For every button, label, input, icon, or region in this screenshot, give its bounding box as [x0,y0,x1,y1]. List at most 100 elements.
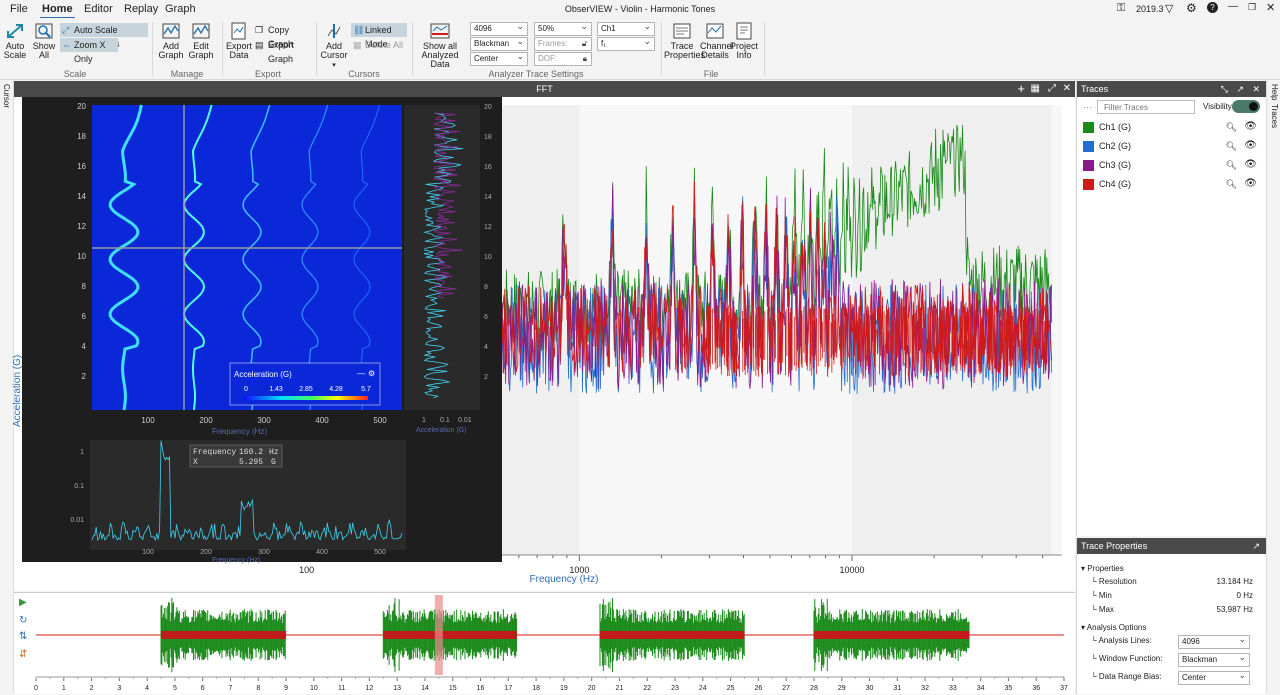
menu-file[interactable]: File [10,3,28,15]
fft-chart[interactable]: 10.10.010.0010.00011E-051E-061E-07100100… [14,97,1075,591]
traces-panel-title: Traces [1081,84,1109,94]
spectrogram-y-tick: 4 [82,342,87,351]
search-icon[interactable]: 🔍︎ [1226,176,1237,192]
project-info-icon [736,22,752,40]
show-all-analyzed-button[interactable]: Show all Analyzed Data [416,22,464,69]
auto-scale-continuous-button[interactable]: ⤢ Auto Scale Continuous [60,23,148,49]
project-info-button[interactable]: Project Info [730,22,758,60]
colorbar-tick: 0 [244,386,248,393]
filter-traces-input[interactable] [1097,100,1195,114]
key-icon[interactable]: ⚿ [1117,2,1125,15]
export-data-button[interactable]: Export Data [226,22,252,60]
trace-color-swatch[interactable] [1083,141,1094,152]
colorbar-tick: 2.85 [299,386,313,393]
delete-all-button[interactable]: ▦ Delete All [351,38,407,52]
timeline-chart[interactable]: 0 1 2 3 4 5 6 7 8 9 10 11 12 13 14 15 16 17 18 19 20 21 22 23 24… [14,593,1075,695]
channel-details-button[interactable]: Channel Details [700,22,734,60]
grid-icon[interactable]: ▦ [1031,81,1040,97]
properties-header: Trace Properties ↗ [1077,538,1266,554]
menu-replay[interactable]: Replay [124,3,158,15]
spectrogram-x-tick: 500 [373,416,387,425]
channel-function-select[interactable]: f₁ [597,35,655,51]
search-icon[interactable]: 🔍︎ [1226,119,1237,135]
trace-row[interactable]: Ch1 (G) 🔍︎ 👁︎ [1083,119,1261,135]
bias-select[interactable]: Center [470,50,528,66]
analysis-section[interactable]: ▾ Analysis Options [1081,622,1261,634]
close-plot-icon[interactable]: ✕ [1063,81,1071,97]
readout-x-value: 5.295 [239,458,263,467]
analysis-lines-prop-select[interactable]: 4096 [1178,633,1250,649]
timeline-wave-ch4 [383,631,517,639]
trace-color-swatch[interactable] [1083,160,1094,171]
trace-color-swatch[interactable] [1083,179,1094,190]
add-cursor-button[interactable]: Add Cursor ▾ [320,22,348,70]
menu-home[interactable]: Home [40,3,75,19]
help-tab[interactable]: Help [1270,84,1279,100]
window-function-select[interactable]: Blackman [470,35,528,51]
trace-row[interactable]: Ch4 (G) 🔍︎ 👁︎ [1083,176,1261,192]
side-y-tick: 18 [484,134,492,141]
menu-graph[interactable]: Graph [165,3,196,15]
restore-icon[interactable]: ❐ [1248,2,1256,13]
eye-icon[interactable]: 👁︎ [1244,176,1257,192]
traces-panel-header: Traces ⤡ ↗ ✕ [1077,81,1266,97]
analysis-lines-select[interactable]: 4096 [470,20,528,36]
window-function-prop-select[interactable]: Blackman [1178,651,1250,667]
timeline-overview[interactable]: ▶ ↻ ⇅ ⇵ 0 1 2 3 4 5 6 7 8 9 10 11 12 13 14 15 16 17 18 19 20… [14,592,1075,694]
zoom-x-only-button[interactable]: ⇔ Zoom X Only [60,38,118,64]
search-icon[interactable]: 🔍︎ [1226,157,1237,173]
trace-color-swatch[interactable] [1083,122,1094,133]
colorbar-tick: 1.43 [269,386,283,393]
edit-graph-button[interactable]: Edit Graph [188,22,214,60]
overlap-select[interactable]: 50% [534,20,592,36]
eye-icon[interactable]: 👁︎ [1244,119,1257,135]
fft-plot[interactable]: 10.10.010.0010.00011E-051E-061E-07100100… [12,97,1075,591]
bottom-y-tick: 0.1 [74,483,84,490]
traces-tab[interactable]: Traces [1270,104,1279,128]
expand-icon[interactable]: ⤢ [1048,81,1056,97]
eye-icon[interactable]: 👁︎ [1244,157,1257,173]
auto-scale-continuous-icon: ⤢ [62,25,70,35]
spectrogram-inset: 2018161412108642100 200 300 400 500Frequency… [22,97,502,564]
frames-field[interactable]: Frames: 🔓︎ [534,37,592,51]
menu-editor[interactable]: Editor [84,3,113,15]
cursor-tab-label[interactable]: Cursor [2,84,11,108]
add-icon[interactable]: + [1017,81,1025,97]
side-x-tick: 0.01 [458,417,472,424]
close-panel-icon[interactable]: ✕ [1252,81,1260,97]
properties-section[interactable]: ▾ Properties [1081,563,1261,575]
timeline-tick-label: 19 [560,685,568,692]
timeline-tick-label: 10 [310,685,318,692]
colorbar-tick: 4.28 [329,386,343,393]
data-range-bias-prop-select[interactable]: Center [1178,669,1250,685]
add-graph-button[interactable]: Add Graph [158,22,184,60]
spectrogram-x-label: Frequency (Hz) [212,427,267,436]
popout-icon-2[interactable]: ↗ [1252,538,1260,554]
auto-scale-icon [7,24,23,38]
trace-row[interactable]: Ch2 (G) 🔍︎ 👁︎ [1083,138,1261,154]
dock-icon[interactable]: ⤡ [1221,81,1228,97]
search-icon[interactable]: 🔍︎ [1226,138,1237,154]
close-icon[interactable]: ✕ [1266,1,1275,14]
dof-field[interactable]: DOF: 🔒︎ [534,52,592,66]
export-data-icon [231,22,246,40]
minimize-icon[interactable]: — [1228,1,1238,12]
eye-icon[interactable]: 👁︎ [1244,138,1257,154]
side-y-tick: 14 [484,194,492,201]
linked-mode-button[interactable]: ⛓ Linked Mode [351,23,407,49]
visibility-toggle[interactable] [1232,100,1260,113]
show-all-button[interactable]: Show All [31,22,57,60]
popout-icon[interactable]: ↗ [1236,81,1244,97]
auto-scale-button[interactable]: Auto Scale [3,22,27,60]
filter-menu-icon[interactable]: ⋯ [1083,102,1092,113]
filter-icon[interactable]: ▽ [1165,2,1173,15]
gear-icon[interactable]: ⚙ [1186,1,1197,15]
readout-x-label: X [193,458,198,467]
side-y-tick: 2 [484,374,488,381]
channel-select[interactable]: Ch1 [597,20,655,36]
trace-properties-button[interactable]: Trace Properties [664,22,705,60]
help-icon[interactable]: ? [1207,2,1218,13]
export-graph-button[interactable]: ▤ Export Graph [254,38,314,64]
copy-graph-button[interactable]: ❐ Copy Graph [254,23,314,49]
trace-row[interactable]: Ch3 (G) 🔍︎ 👁︎ [1083,157,1261,173]
